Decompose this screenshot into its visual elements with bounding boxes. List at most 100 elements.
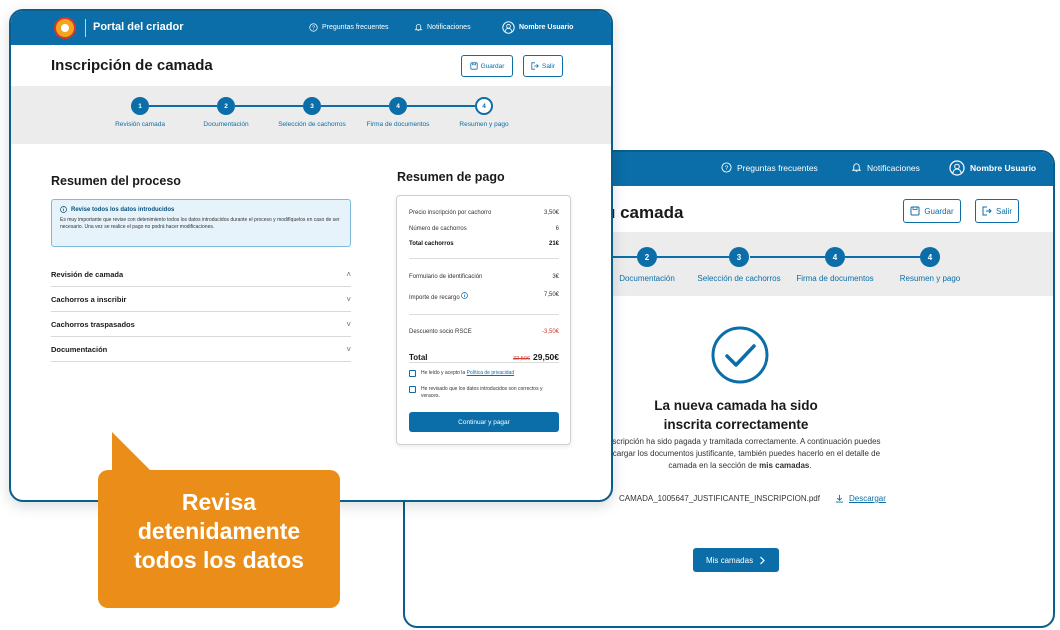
privacy-checkbox-row[interactable]: He leído y acepto la Política de privaci…: [409, 370, 559, 377]
download-label: Descargar: [849, 494, 886, 503]
row-value: 3€: [552, 274, 559, 280]
step-label: Firma de documentos: [366, 121, 430, 128]
accordion-litter-review[interactable]: Revisión de camada ˄: [51, 263, 351, 287]
stepper-connector: [657, 256, 737, 258]
stepper-connector: [235, 105, 303, 107]
download-link[interactable]: Descargar: [835, 494, 886, 503]
data-verified-text: He revisado que los datos introducidos s…: [421, 386, 543, 399]
payment-summary-card: Precio inscripción por cachorro 3,50€ Nú…: [396, 195, 571, 445]
accordion-label: Revisión de camada: [51, 270, 124, 279]
faq-label: Preguntas frecuentes: [737, 162, 818, 173]
step-label: Selección de cachorros: [697, 274, 781, 283]
data-verified-checkbox-row[interactable]: He revisado que los datos introducidos s…: [409, 386, 559, 399]
user-name: Nombre Usuario: [519, 24, 574, 31]
privacy-text: He leído y acepto la: [421, 370, 467, 376]
privacy-checkbox[interactable]: [409, 370, 416, 377]
accordion-label: Cachorros traspasados: [51, 320, 135, 329]
accordion-transferred-puppies[interactable]: Cachorros traspasados ˅: [51, 313, 351, 337]
club-logo[interactable]: [54, 17, 76, 39]
exit-button[interactable]: Salir: [975, 199, 1019, 223]
stepper: [11, 86, 611, 144]
logout-icon: [982, 206, 992, 216]
stepper-connector: [750, 256, 835, 258]
surcharge-label-group: Importe de recargo: [409, 292, 469, 301]
step-label: Documentación: [203, 121, 249, 128]
bell-icon: [851, 162, 862, 173]
stepper-connector: [321, 105, 389, 107]
step-circle[interactable]: 4: [920, 247, 940, 267]
step-circle[interactable]: 2: [217, 97, 235, 115]
callout-line: todos los datos: [134, 547, 304, 573]
step-circle[interactable]: 2: [637, 247, 657, 267]
stepper-connector: [147, 105, 217, 107]
my-litters-label: Mis camadas: [705, 555, 754, 565]
user-name: Nombre Usuario: [970, 163, 1037, 173]
info-alert-text: Es muy importante que revise con detenim…: [60, 217, 340, 230]
total-puppies-row: Total cachorros 21€: [409, 241, 559, 247]
callout-line: detenidamente: [137, 518, 301, 544]
divider: [409, 314, 559, 315]
faq-link[interactable]: ? Preguntas frecuentes: [309, 23, 389, 32]
logout-icon: [531, 62, 539, 70]
continue-and-pay-button[interactable]: Continuar y pagar: [409, 412, 559, 432]
privacy-policy-link[interactable]: Política de privacidad: [467, 370, 515, 376]
accordion-documentation[interactable]: Documentación ˅: [51, 338, 351, 362]
row-value: 21€: [548, 241, 559, 247]
callout-bubble: Revisa detenidamente todos los datos: [98, 470, 340, 608]
stepper-connector: [845, 256, 925, 258]
user-menu[interactable]: Nombre Usuario: [502, 21, 573, 34]
svg-text:?: ?: [312, 25, 315, 31]
step-circle[interactable]: 4: [389, 97, 407, 115]
step-label: Resumen y pago: [459, 121, 509, 128]
step-label: Documentación: [619, 274, 675, 283]
info-icon: [60, 206, 67, 213]
notifications-link[interactable]: Notificaciones: [414, 23, 471, 32]
stepper-connector: [407, 105, 475, 107]
faq-link[interactable]: ? Preguntas frecuentes: [721, 162, 818, 173]
save-label: Guardar: [924, 206, 954, 216]
floppy-disk-icon: [469, 62, 478, 70]
info-alert-title: Revise todos los datos introducidos: [60, 206, 342, 213]
chevron-up-icon: ˄: [346, 270, 351, 279]
success-desc-end: .: [809, 461, 812, 470]
save-button[interactable]: Guardar: [461, 55, 513, 77]
stage: ? Preguntas frecuentes Notificaciones No…: [0, 0, 1060, 630]
info-title-text: Revise todos los datos introducidos: [71, 206, 175, 213]
save-button[interactable]: Guardar: [903, 199, 961, 223]
data-verified-checkbox[interactable]: [409, 386, 416, 393]
faq-label: Preguntas frecuentes: [322, 24, 389, 31]
payment-summary-title: Resumen de pago: [397, 170, 505, 184]
save-label: Guardar: [480, 62, 505, 70]
page-title: u camada: [605, 203, 684, 222]
user-avatar-icon: [502, 21, 515, 34]
step-circle[interactable]: 3: [729, 247, 749, 267]
step-label: Firma de documentos: [796, 274, 874, 283]
row-label: Total cachorros: [409, 241, 454, 247]
my-litters-button[interactable]: Mis camadas: [693, 548, 779, 572]
step-circle-current[interactable]: 4: [475, 97, 493, 115]
chevron-down-icon: ˅: [346, 295, 351, 304]
accordion-puppies-to-register[interactable]: Cachorros a inscribir ˅: [51, 288, 351, 312]
step-circle[interactable]: 1: [131, 97, 149, 115]
step-circle[interactable]: 4: [825, 247, 845, 267]
notifications-label: Notificaciones: [867, 162, 920, 173]
file-name: CAMADA_1005647_JUSTIFICANTE_INSCRIPCION.…: [619, 494, 820, 503]
header-divider: [85, 19, 86, 37]
total-label: Total: [409, 353, 428, 362]
row-label: Formulario de identificación: [409, 274, 483, 280]
exit-button[interactable]: Salir: [523, 55, 563, 77]
header-bar: Portal del criador ? Preguntas frecuente…: [11, 11, 611, 45]
callout-line: Revisa: [181, 489, 257, 515]
user-menu[interactable]: Nombre Usuario: [949, 160, 1036, 176]
row-label: Precio inscripción por cachorro: [409, 210, 492, 216]
divider: [409, 362, 559, 363]
check-circle-icon: [710, 325, 770, 385]
step-label: Resumen y pago: [899, 274, 961, 283]
step-label: Selección de cachorros: [278, 121, 346, 128]
svg-text:?: ?: [725, 165, 729, 172]
portal-name[interactable]: Portal del criador: [93, 21, 183, 33]
exit-label: Salir: [995, 206, 1012, 216]
notifications-link[interactable]: Notificaciones: [851, 162, 920, 173]
step-circle[interactable]: 3: [303, 97, 321, 115]
info-icon[interactable]: [461, 292, 469, 299]
